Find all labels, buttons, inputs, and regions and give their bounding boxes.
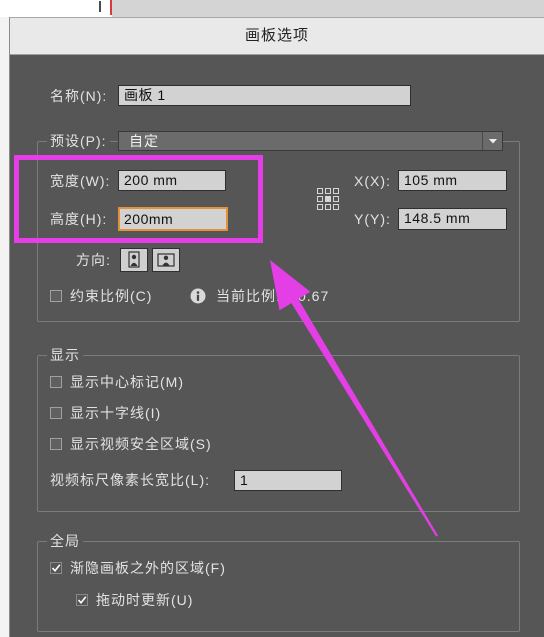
y-input[interactable]: 148.5 mm [398,208,507,230]
update-while-dragging-option[interactable]: 拖动时更新(U) [76,590,193,610]
name-input[interactable]: 画板 1 [118,85,411,106]
update-while-dragging-label: 拖动时更新(U) [96,592,194,608]
show-cross-hairs-label: 显示十字线(I) [70,405,162,421]
chevron-down-icon[interactable] [482,132,502,150]
show-cross-hairs-option[interactable]: 显示十字线(I) [50,403,161,423]
orientation-portrait-button[interactable] [120,248,148,272]
canvas-ruler-mark [99,1,101,12]
current-ratio-value: 0.67 [298,288,330,304]
global-group [37,541,520,632]
portrait-orientation-icon [128,251,140,268]
display-group-label: 显示 [47,345,83,365]
constrain-proportions-option[interactable]: 约束比例(C) [50,286,152,306]
canvas-guide-line [110,0,112,15]
preset-selected-value: 自定 [129,133,159,149]
x-label: X(X): [354,173,391,189]
show-cross-hairs-checkbox[interactable] [50,407,62,419]
fade-outside-artboard-option[interactable]: 渐隐画板之外的区域(F) [50,558,226,578]
update-while-dragging-checkbox[interactable] [76,594,88,606]
show-video-safe-areas-option[interactable]: 显示视频安全区域(S) [50,434,212,454]
preset-label: 预设(P): [47,131,110,151]
height-label: 高度(H): [50,211,108,227]
height-input[interactable]: 200mm [118,207,228,231]
show-center-mark-label: 显示中心标记(M) [70,374,184,390]
show-video-safe-areas-label: 显示视频安全区域(S) [70,436,212,452]
landscape-orientation-icon [157,253,175,267]
y-label: Y(Y): [354,211,391,227]
show-center-mark-option[interactable]: 显示中心标记(M) [50,372,184,392]
fade-outside-artboard-checkbox[interactable] [50,562,62,574]
show-video-safe-areas-checkbox[interactable] [50,438,62,450]
dialog-title-bar[interactable]: 画板选项 [10,17,544,55]
info-icon[interactable] [190,288,206,304]
pixel-aspect-ratio-label: 视频标尺像素长宽比(L): [50,472,210,488]
orientation-landscape-button[interactable] [152,248,180,272]
width-input[interactable]: 200 mm [118,170,226,191]
fade-outside-artboard-label: 渐隐画板之外的区域(F) [70,560,226,576]
constrain-proportions-label: 约束比例(C) [70,288,153,304]
reference-point-grid-icon[interactable] [317,188,339,210]
width-label: 宽度(W): [50,173,111,189]
background-canvas-area [112,0,544,17]
show-center-mark-checkbox[interactable] [50,376,62,388]
current-ratio-label: 当前比例: [216,288,281,304]
preset-dropdown[interactable]: 自定 [118,131,503,151]
constrain-proportions-checkbox[interactable] [50,290,62,302]
x-input[interactable]: 105 mm [398,170,507,191]
global-group-label: 全局 [47,531,83,551]
name-label: 名称(N): [50,88,108,104]
dialog-title: 画板选项 [244,27,309,44]
pixel-aspect-ratio-input[interactable]: 1 [234,470,342,491]
orientation-label: 方向: [76,252,111,268]
